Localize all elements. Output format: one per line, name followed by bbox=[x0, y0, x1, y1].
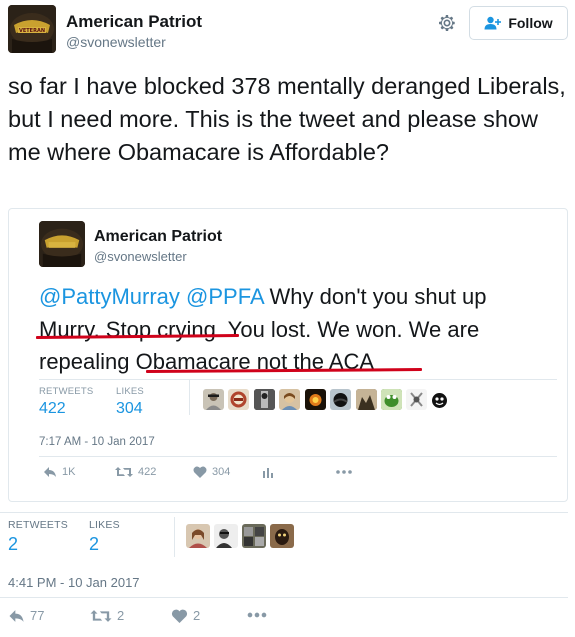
stats-divider bbox=[189, 380, 190, 415]
quoted-timestamp[interactable]: 7:17 AM - 10 Jan 2017 bbox=[39, 436, 155, 448]
likes-count: 304 bbox=[116, 400, 143, 417]
liker-avatar[interactable] bbox=[429, 390, 450, 411]
liker-avatar[interactable] bbox=[228, 389, 249, 410]
divider bbox=[0, 597, 568, 598]
more-icon bbox=[336, 470, 352, 474]
retweets-stat[interactable]: RETWEETS 2 bbox=[8, 519, 68, 555]
gear-icon[interactable] bbox=[436, 12, 458, 34]
retweets-count: 2 bbox=[8, 534, 19, 554]
more-icon bbox=[247, 612, 267, 618]
quoted-retweets-stat[interactable]: RETWEETS 422 bbox=[39, 386, 93, 418]
quoted-author-handle[interactable]: @svonewsletter bbox=[94, 249, 187, 264]
liker-avatar[interactable] bbox=[330, 389, 351, 410]
like-action[interactable]: 2 bbox=[171, 608, 200, 623]
retweet-icon bbox=[90, 609, 112, 622]
reply-action[interactable]: 77 bbox=[8, 608, 44, 623]
liker-avatar[interactable] bbox=[279, 389, 300, 410]
reply-icon bbox=[9, 609, 24, 622]
reply-count: 77 bbox=[30, 608, 45, 623]
quoted-retweet-action[interactable]: 422 bbox=[115, 466, 156, 478]
retweets-label: RETWEETS bbox=[39, 386, 94, 397]
divider bbox=[39, 379, 557, 380]
heart-icon bbox=[171, 609, 188, 623]
author-avatar[interactable]: VETERAN bbox=[8, 5, 56, 53]
quoted-like-action[interactable]: 304 bbox=[193, 466, 230, 478]
likes-label: LIKES bbox=[116, 386, 144, 397]
retweet-icon bbox=[115, 467, 133, 477]
divider bbox=[0, 512, 568, 513]
like-count: 304 bbox=[212, 466, 231, 478]
more-action[interactable] bbox=[246, 608, 268, 622]
quoted-tweet-card[interactable]: American Patriot @svonewsletter @PattyMu… bbox=[8, 208, 568, 502]
likes-label: LIKES bbox=[89, 519, 120, 531]
timestamp[interactable]: 4:41 PM - 10 Jan 2017 bbox=[8, 575, 140, 590]
liker-avatar[interactable] bbox=[242, 524, 266, 548]
quoted-author-name[interactable]: American Patriot bbox=[94, 228, 222, 246]
liker-avatar[interactable] bbox=[406, 389, 427, 410]
retweet-count: 2 bbox=[117, 608, 125, 623]
quoted-author-avatar[interactable] bbox=[39, 221, 85, 267]
liker-avatar[interactable] bbox=[270, 524, 294, 548]
stats-divider bbox=[174, 517, 175, 557]
liker-avatar[interactable] bbox=[254, 389, 275, 410]
retweet-action[interactable]: 2 bbox=[90, 608, 124, 623]
reply-icon bbox=[44, 467, 56, 477]
tweet-text: so far I have blocked 378 mentally deran… bbox=[8, 73, 566, 165]
mention-link[interactable]: @PattyMurray bbox=[39, 284, 180, 309]
liker-avatar[interactable] bbox=[356, 389, 377, 410]
liker-avatar[interactable] bbox=[186, 524, 210, 548]
author-name[interactable]: American Patriot bbox=[66, 12, 202, 32]
retweets-label: RETWEETS bbox=[8, 519, 68, 531]
likes-count: 2 bbox=[89, 534, 100, 554]
quoted-likes-stat[interactable]: LIKES 304 bbox=[116, 386, 144, 418]
heart-icon bbox=[193, 466, 207, 478]
quoted-analytics-action[interactable] bbox=[262, 466, 274, 478]
avatar-text: VETERAN bbox=[19, 28, 45, 34]
like-count: 2 bbox=[193, 608, 201, 623]
analytics-icon bbox=[263, 468, 273, 478]
retweet-count: 422 bbox=[138, 466, 157, 478]
quoted-text-segment: repealing bbox=[39, 349, 136, 374]
divider bbox=[39, 456, 557, 457]
mention-link[interactable]: @PPFA bbox=[186, 284, 263, 309]
quoted-text-segment: . You lost. We won. We are bbox=[215, 316, 480, 342]
retweets-count: 422 bbox=[39, 400, 66, 417]
liker-avatar[interactable] bbox=[203, 389, 224, 410]
quoted-tweet-text: @PattyMurray @PPFA Why don't you shut up… bbox=[39, 281, 559, 379]
quoted-text-segment: Why don't you shut up bbox=[263, 284, 487, 309]
quoted-reply-action[interactable]: 1K bbox=[43, 466, 75, 478]
liker-avatar[interactable] bbox=[305, 389, 326, 410]
reply-count: 1K bbox=[62, 466, 76, 478]
author-handle[interactable]: @svonewsletter bbox=[66, 34, 166, 50]
follow-button[interactable]: Follow bbox=[469, 6, 568, 40]
liker-avatar[interactable] bbox=[214, 524, 238, 548]
follow-label: Follow bbox=[508, 15, 553, 31]
quoted-more-action[interactable] bbox=[335, 466, 353, 478]
likes-stat[interactable]: LIKES 2 bbox=[89, 519, 120, 555]
liker-avatar[interactable] bbox=[381, 389, 402, 410]
follow-person-icon bbox=[484, 16, 502, 30]
